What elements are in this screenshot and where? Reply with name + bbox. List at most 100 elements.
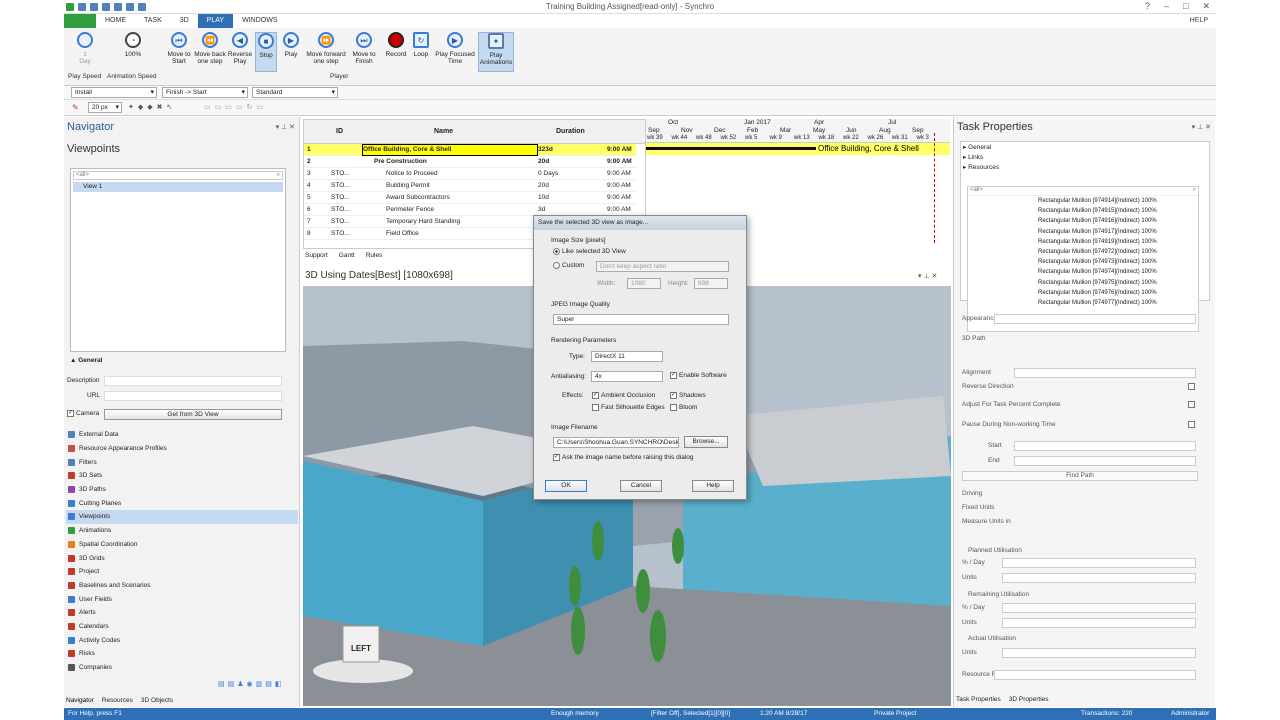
size-select[interactable]: 20 px — [88, 102, 122, 113]
table-row[interactable]: 4 STO... Building Permit 20d 9:00 AM — [304, 180, 636, 192]
quick-access-toolbar[interactable] — [64, 0, 174, 14]
property-input[interactable] — [994, 314, 1196, 324]
general-section[interactable]: ▲ General — [70, 357, 102, 364]
play-speed-control[interactable]: 1 Day — [68, 32, 102, 65]
tab-gantt[interactable]: Gantt — [335, 252, 358, 259]
menu-icon[interactable] — [138, 3, 146, 11]
loop-button[interactable]: ↻ Loop — [410, 32, 432, 58]
table-row[interactable]: 5 STO... Award Subcontractors 10d 9:00 AM — [304, 192, 636, 204]
col-id[interactable]: ID — [336, 128, 343, 135]
resource-filter[interactable]: <all> ⌕ — [968, 187, 1198, 196]
tab-3d[interactable]: 3D — [171, 14, 198, 28]
navigator-item[interactable]: 3D Paths — [66, 483, 298, 497]
tab-windows[interactable]: WINDOWS — [233, 14, 286, 28]
enable-software-checkbox[interactable]: ✓ — [670, 372, 677, 379]
property-input[interactable] — [1014, 456, 1196, 466]
tree-links[interactable]: ▸ Links — [961, 152, 1209, 162]
edit-tools-icon[interactable]: ✦◆◆✖↖ — [128, 103, 176, 111]
property-input[interactable] — [1002, 573, 1196, 583]
property-input[interactable] — [1014, 441, 1196, 451]
navigator-item[interactable]: Viewpoints — [66, 510, 298, 524]
tab-task-properties[interactable]: Task Properties — [956, 696, 1001, 703]
like-selected-radio[interactable] — [553, 248, 560, 255]
shadows-checkbox[interactable]: ✓ — [670, 392, 677, 399]
task-type-select[interactable]: Install — [71, 87, 157, 98]
ok-button[interactable]: OK — [545, 480, 587, 492]
tab-rules[interactable]: Rules — [366, 252, 383, 259]
navigator-item[interactable]: User Fields — [66, 592, 298, 606]
record-button[interactable]: Record — [384, 32, 408, 58]
shadows-option[interactable]: ✓ Shadows — [670, 392, 706, 399]
stop-button[interactable]: ■ Stop — [255, 32, 277, 72]
move-to-finish-button[interactable]: ⏭ Move to Finish — [350, 32, 378, 65]
play-animations-button[interactable]: ✦ Play Animations — [478, 32, 514, 72]
resource-item[interactable]: Rectangular Mullion [974974](Indirect) 1… — [968, 267, 1198, 277]
tab-play[interactable]: PLAY — [197, 14, 234, 28]
open-icon[interactable] — [78, 3, 86, 11]
arrange-tools-icon[interactable]: ▭▭▭▭↻▭ — [204, 103, 267, 111]
property-input[interactable] — [1002, 618, 1196, 628]
play-button[interactable]: ▶ Play — [280, 32, 302, 58]
navigator-item[interactable]: Cutting Planes — [66, 496, 298, 510]
property-input[interactable] — [1002, 603, 1196, 613]
tree-resources[interactable]: ▸ Resources — [961, 162, 1209, 172]
tab-support[interactable]: Support — [305, 252, 328, 259]
move-forward-button[interactable]: ⏩ Move forward one step — [304, 32, 348, 65]
bloom-option[interactable]: Bloom — [670, 404, 697, 411]
resource-item[interactable]: Rectangular Mullion [974975](Indirect) 1… — [968, 278, 1198, 288]
file-menu-button[interactable] — [64, 14, 96, 28]
browse-button[interactable]: Browse... — [684, 436, 728, 448]
resource-item[interactable]: Rectangular Mullion [974973](Indirect) 1… — [968, 257, 1198, 267]
height-input[interactable]: 698 — [694, 278, 728, 289]
navigator-item[interactable]: External Data — [66, 428, 298, 442]
property-checkbox[interactable] — [1188, 421, 1195, 428]
help-button[interactable]: Help — [692, 480, 734, 492]
type-select[interactable]: DirectX 11 — [591, 351, 663, 362]
property-checkbox[interactable] — [1188, 401, 1195, 408]
silhouette-option[interactable]: Fast Silhouette Edges — [592, 404, 665, 411]
navigator-item[interactable]: Animations — [66, 524, 298, 538]
camera-checkbox[interactable]: ✓ — [67, 410, 74, 417]
col-name[interactable]: Name — [434, 128, 453, 135]
calendar-select[interactable]: Standard — [252, 87, 338, 98]
col-duration[interactable]: Duration — [556, 128, 585, 135]
aspect-ratio-select[interactable]: Don't keep aspect ratio — [596, 261, 729, 272]
minimize-icon[interactable]: – — [1164, 1, 1169, 12]
bloom-checkbox[interactable] — [670, 404, 677, 411]
link-type-select[interactable]: Finish -> Start — [162, 87, 248, 98]
property-checkbox[interactable] — [1188, 383, 1195, 390]
help-link[interactable]: HELP — [1190, 17, 1208, 24]
custom-option[interactable]: Custom — [553, 262, 584, 269]
navigator-item[interactable]: Spatial Coordination — [66, 538, 298, 552]
navigator-item[interactable]: Alerts — [66, 606, 298, 620]
table-row[interactable]: 2 Pre Construction 20d 9:00 AM — [304, 156, 636, 168]
description-input[interactable] — [104, 376, 282, 386]
tree-general[interactable]: ▸ General — [961, 142, 1209, 152]
property-input[interactable] — [994, 670, 1196, 680]
cancel-button[interactable]: Cancel — [620, 480, 662, 492]
navigator-tool-icons[interactable]: ▤▤♟◉▥▤◧ — [218, 680, 284, 688]
quality-select[interactable]: Super — [553, 314, 729, 325]
resource-item[interactable]: Rectangular Mullion [974914](Indirect) 1… — [968, 196, 1198, 206]
view-item[interactable]: View 1 — [73, 182, 283, 192]
resource-item[interactable]: Rectangular Mullion [974976](Indirect) 1… — [968, 288, 1198, 298]
table-row[interactable]: 1 Office Building, Core & Shell 323d 9:00 A… — [304, 144, 636, 156]
url-input[interactable] — [104, 391, 282, 401]
resource-item[interactable]: Rectangular Mullion [974917](Indirect) 1… — [968, 227, 1198, 237]
resource-item[interactable]: Rectangular Mullion [974977](Indirect) 1… — [968, 298, 1198, 308]
navigator-item[interactable]: Calendars — [66, 620, 298, 634]
property-input[interactable] — [1002, 558, 1196, 568]
enable-software-option[interactable]: ✓ Enable Software — [670, 372, 727, 379]
ask-name-checkbox[interactable]: ✓ — [553, 454, 560, 461]
navigator-controls[interactable]: ▾ ⊥ ✕ — [276, 123, 295, 131]
like-selected-option[interactable]: Like selected 3D View — [553, 248, 626, 255]
search-icon[interactable]: ⌕ — [277, 172, 280, 179]
reverse-play-button[interactable]: ◀ Reverse Play — [227, 32, 253, 65]
custom-radio[interactable] — [553, 262, 560, 269]
tab-home[interactable]: HOME — [96, 14, 135, 28]
navigator-item[interactable]: Resource Appearance Profiles — [66, 442, 298, 456]
gantt-summary-bar[interactable] — [646, 147, 816, 150]
print-icon[interactable] — [126, 3, 134, 11]
viewpoint-filter-input[interactable]: <all> ⌕ — [73, 171, 283, 180]
ambient-option[interactable]: ✓ Ambient Occlusion — [592, 392, 655, 399]
